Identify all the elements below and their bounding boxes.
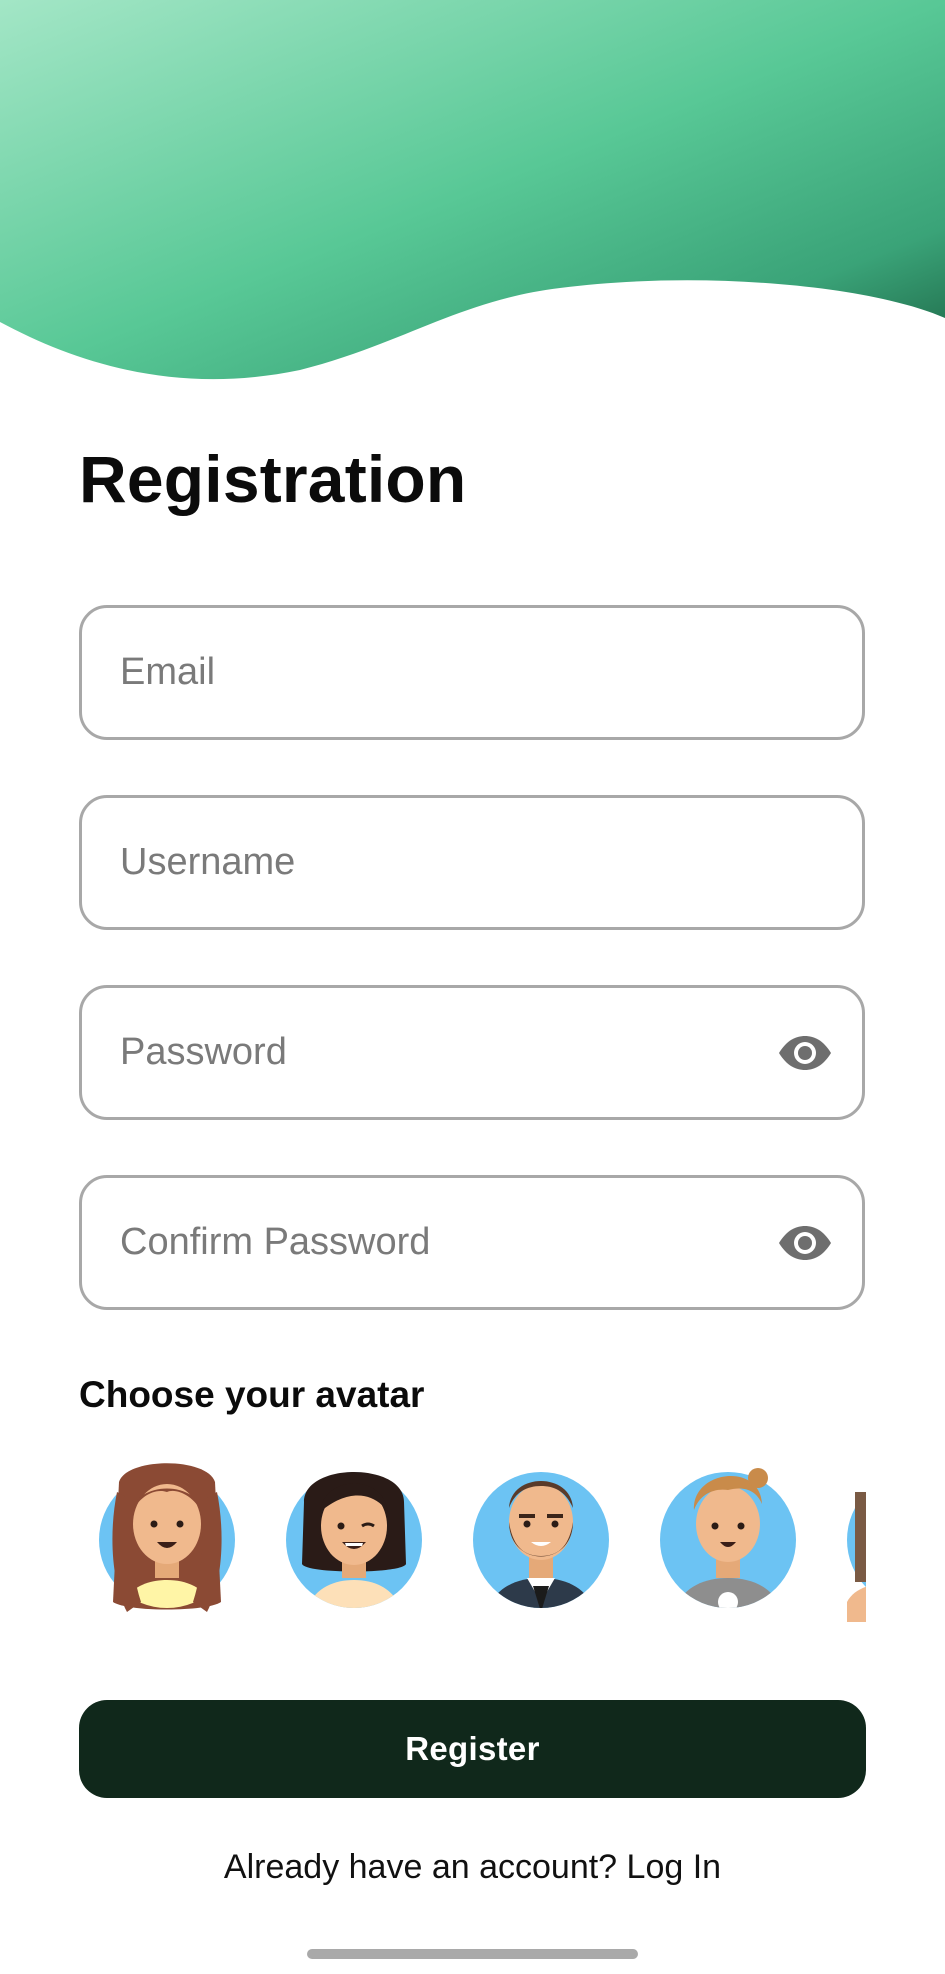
- show-confirm-password-eye-icon[interactable]: [776, 1223, 834, 1263]
- avatar-carousel[interactable]: [79, 1452, 866, 1632]
- show-password-eye-icon[interactable]: [776, 1033, 834, 1073]
- page-title: Registration: [79, 442, 467, 516]
- login-prompt-line: Already have an account? Log In: [0, 1848, 945, 1887]
- home-indicator-bar[interactable]: [307, 1949, 638, 1959]
- partial-avatar-icon[interactable]: [835, 1452, 866, 1632]
- username-field-container: [79, 795, 865, 930]
- password-field-container: [79, 985, 865, 1120]
- header-wave-banner: [0, 0, 945, 400]
- username-field[interactable]: [82, 798, 862, 927]
- avatar-section-heading: Choose your avatar: [79, 1374, 425, 1415]
- confirm-password-field[interactable]: [82, 1178, 776, 1307]
- register-button[interactable]: Register: [79, 1700, 866, 1798]
- man-beard-suit-avatar-icon[interactable]: [461, 1452, 621, 1632]
- woman-long-brown-hair-avatar-icon[interactable]: [87, 1452, 247, 1632]
- wave-graphic: [0, 0, 945, 380]
- confirm-password-field-container: [79, 1175, 865, 1310]
- woman-dark-bob-hair-avatar-icon[interactable]: [274, 1452, 434, 1632]
- password-field[interactable]: [82, 988, 776, 1117]
- login-link[interactable]: Log In: [627, 1848, 722, 1886]
- register-button-label: Register: [405, 1730, 540, 1767]
- man-blond-hair-avatar-icon[interactable]: [648, 1452, 808, 1632]
- email-field[interactable]: [82, 608, 862, 737]
- email-field-container: [79, 605, 865, 740]
- login-prompt-text: Already have an account?: [223, 1848, 618, 1886]
